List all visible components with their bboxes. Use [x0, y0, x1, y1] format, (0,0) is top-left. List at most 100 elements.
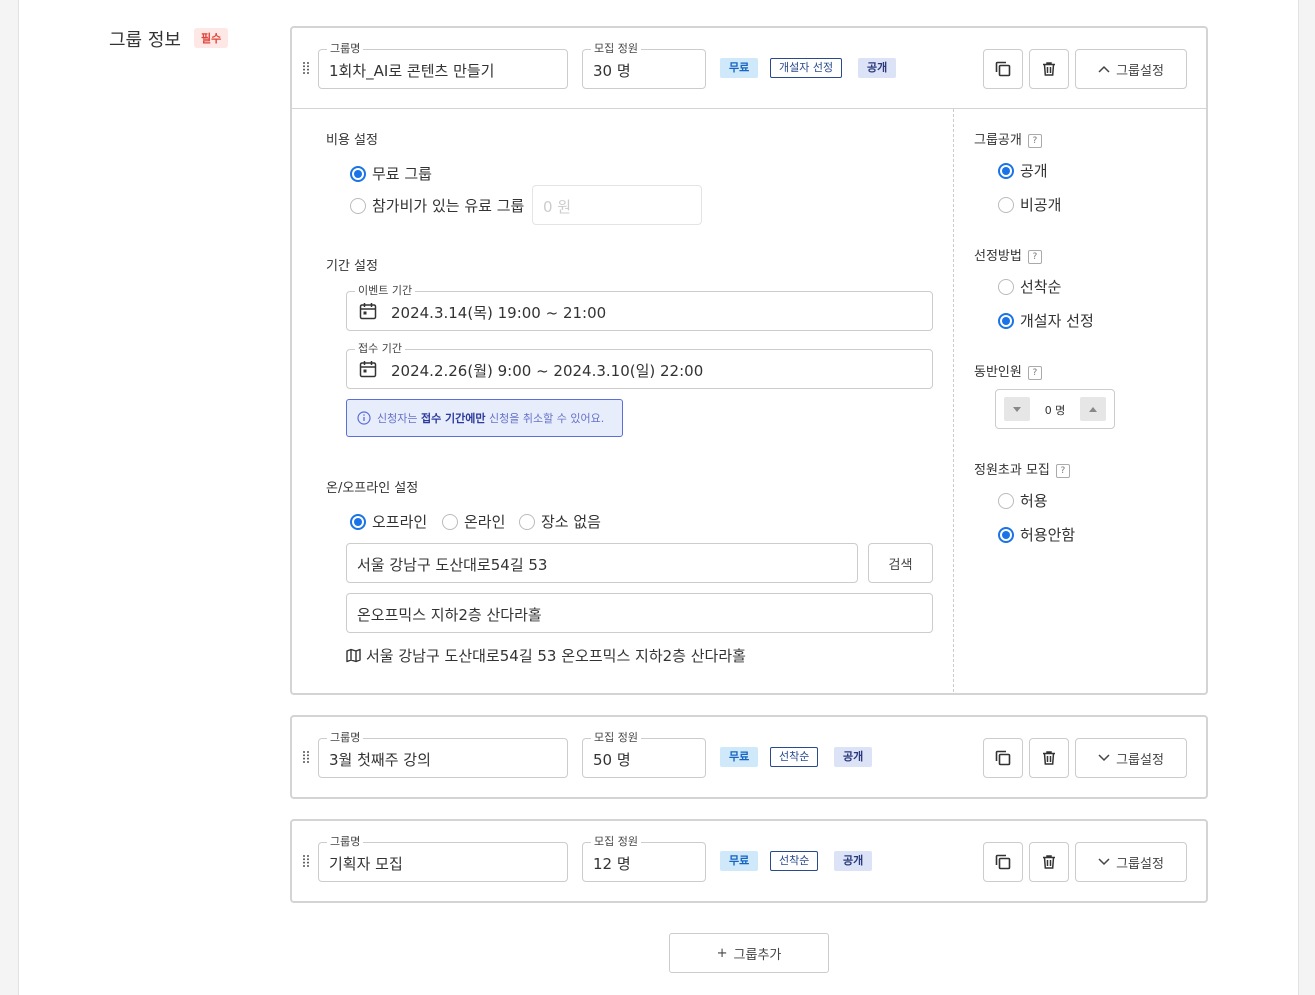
selection-option-fcfs[interactable]: 선착순 — [998, 276, 1061, 297]
tag-visibility: 공개 — [834, 747, 873, 767]
group-card-header: 그룹명 기획자 모집 모집 정원 12 명 무료 선착순 공개 그룹설정 — [292, 821, 1206, 901]
chevron-down-icon — [1098, 754, 1110, 762]
apply-period-field[interactable]: 접수 기간 2024.2.26(월) 9:00 ~ 2024.3.10(일) 2… — [346, 342, 933, 389]
required-badge: 필수 — [194, 28, 229, 48]
radio-selected-icon — [998, 526, 1014, 543]
settings-left-pane: 비용 설정 무료 그룹 참가비가 있는 유료 그룹 0 원 기간 설정 이벤트 … — [292, 109, 954, 692]
tag-cost: 무료 — [720, 851, 759, 871]
group-name-field[interactable]: 그룹명 기획자 모집 — [318, 835, 568, 882]
selection-host-label: 개설자 선정 — [1020, 312, 1094, 330]
info-icon — [357, 411, 371, 425]
increment-button[interactable] — [1080, 397, 1106, 421]
group-name-legend: 그룹명 — [327, 42, 364, 56]
radio-unselected-icon — [442, 513, 458, 530]
overflow-allow-label: 허용 — [1020, 492, 1048, 510]
chevron-up-icon — [1098, 65, 1110, 73]
capacity-legend: 모집 정원 — [591, 835, 641, 849]
group-settings-label: 그룹설정 — [1116, 63, 1164, 79]
group-settings-panel: 비용 설정 무료 그룹 참가비가 있는 유료 그룹 0 원 기간 설정 이벤트 … — [292, 108, 1206, 692]
selection-option-host[interactable]: 개설자 선정 — [998, 310, 1094, 331]
group-card: 그룹명 3월 첫째주 강의 모집 정원 50 명 무료 선착순 공개 그룹설정 — [290, 715, 1208, 799]
group-settings-toggle[interactable]: 그룹설정 — [1075, 842, 1187, 882]
help-icon[interactable]: ? — [1055, 464, 1070, 478]
address-detail-input[interactable]: 온오프믹스 지하2층 산다라홀 — [346, 593, 933, 633]
cost-title: 비용 설정 — [326, 133, 378, 148]
page-panel: 그룹 정보 필수 그룹명 1회차_AI로 콘텐츠 만들기 모집 정원 30 명 … — [18, 0, 1299, 995]
delete-button[interactable] — [1029, 842, 1069, 882]
group-card: 그룹명 1회차_AI로 콘텐츠 만들기 모집 정원 30 명 무료 개설자 선정… — [290, 26, 1208, 695]
group-settings-toggle[interactable]: 그룹설정 — [1075, 49, 1187, 89]
apply-period-value: 2024.2.26(월) 9:00 ~ 2024.3.10(일) 22:00 — [391, 362, 704, 380]
capacity-field[interactable]: 모집 정원 30 명 — [582, 42, 706, 89]
companion-title: 동반인원? — [974, 361, 1042, 380]
apply-period-legend: 접수 기간 — [355, 342, 405, 356]
overflow-option-deny[interactable]: 허용안함 — [998, 524, 1075, 545]
location-option-none[interactable]: 장소 없음 — [519, 511, 601, 532]
visibility-title: 그룹공개? — [974, 129, 1042, 148]
capacity-field[interactable]: 모집 정원 12 명 — [582, 835, 706, 882]
overflow-title: 정원초과 모집? — [974, 459, 1070, 478]
address-search-button[interactable]: 검색 — [868, 543, 933, 583]
radio-selected-icon — [350, 513, 366, 530]
trash-icon — [1043, 62, 1055, 76]
group-card: 그룹명 기획자 모집 모집 정원 12 명 무료 선착순 공개 그룹설정 — [290, 819, 1208, 903]
group-name-legend: 그룹명 — [327, 835, 364, 849]
radio-selected-icon — [998, 312, 1014, 329]
radio-unselected-icon — [998, 196, 1014, 213]
capacity-field[interactable]: 모집 정원 50 명 — [582, 731, 706, 778]
group-name-field[interactable]: 그룹명 3월 첫째주 강의 — [318, 731, 568, 778]
location-option-offline-label: 오프라인 — [372, 513, 428, 531]
add-group-button[interactable]: + 그룹추가 — [669, 933, 829, 973]
capacity-value: 50 명 — [593, 751, 631, 769]
group-settings-label: 그룹설정 — [1116, 752, 1164, 768]
plus-icon: + — [716, 945, 728, 961]
event-period-field[interactable]: 이벤트 기간 2024.3.14(목) 19:00 ~ 21:00 — [346, 284, 933, 331]
copy-button[interactable] — [983, 842, 1023, 882]
location-title: 온/오프라인 설정 — [326, 481, 419, 496]
cost-option-paid[interactable]: 참가비가 있는 유료 그룹 — [350, 195, 524, 216]
help-icon[interactable]: ? — [1027, 134, 1042, 148]
selection-fcfs-label: 선착순 — [1020, 278, 1062, 296]
group-name-legend: 그룹명 — [327, 731, 364, 745]
help-icon[interactable]: ? — [1027, 250, 1042, 264]
visibility-option-private[interactable]: 비공개 — [998, 194, 1061, 215]
help-icon[interactable]: ? — [1027, 366, 1042, 380]
delete-button[interactable] — [1029, 49, 1069, 89]
overflow-deny-label: 허용안함 — [1020, 526, 1076, 544]
tag-cost: 무료 — [720, 58, 759, 78]
drag-handle-icon[interactable] — [302, 750, 310, 764]
add-group-label: 그룹추가 — [733, 947, 782, 963]
triangle-up-icon — [1089, 406, 1097, 412]
group-name-value: 1회차_AI로 콘텐츠 만들기 — [329, 62, 495, 80]
cancel-notice: 신청자는 접수 기간에만 신청을 취소할 수 있어요. — [346, 399, 623, 437]
location-option-offline[interactable]: 오프라인 — [350, 511, 427, 532]
calendar-icon — [359, 361, 377, 378]
section-title: 그룹 정보 — [109, 30, 181, 51]
cost-option-free[interactable]: 무료 그룹 — [350, 163, 432, 184]
trash-icon — [1043, 751, 1055, 765]
radio-selected-icon — [998, 162, 1014, 179]
delete-button[interactable] — [1029, 738, 1069, 778]
location-option-online[interactable]: 온라인 — [442, 511, 505, 532]
tag-selection: 선착순 — [770, 747, 819, 767]
radio-unselected-icon — [998, 492, 1014, 509]
fee-placeholder: 0 원 — [543, 198, 572, 216]
group-card-header: 그룹명 1회차_AI로 콘텐츠 만들기 모집 정원 30 명 무료 개설자 선정… — [292, 28, 1206, 108]
group-name-field[interactable]: 그룹명 1회차_AI로 콘텐츠 만들기 — [318, 42, 568, 89]
visibility-option-public[interactable]: 공개 — [998, 160, 1048, 181]
drag-handle-icon[interactable] — [302, 61, 310, 75]
drag-handle-icon[interactable] — [302, 854, 310, 868]
copy-button[interactable] — [983, 49, 1023, 89]
fee-input[interactable]: 0 원 — [532, 185, 702, 225]
visibility-private-label: 비공개 — [1020, 196, 1062, 214]
event-period-legend: 이벤트 기간 — [355, 284, 416, 298]
capacity-value: 30 명 — [593, 62, 631, 80]
chevron-down-icon — [1098, 858, 1110, 866]
copy-icon — [995, 854, 1011, 870]
group-settings-toggle[interactable]: 그룹설정 — [1075, 738, 1187, 778]
overflow-option-allow[interactable]: 허용 — [998, 490, 1048, 511]
map-icon — [346, 648, 361, 663]
tag-visibility: 공개 — [858, 58, 897, 78]
address-input[interactable]: 서울 강남구 도산대로54길 53 — [346, 543, 858, 583]
copy-button[interactable] — [983, 738, 1023, 778]
